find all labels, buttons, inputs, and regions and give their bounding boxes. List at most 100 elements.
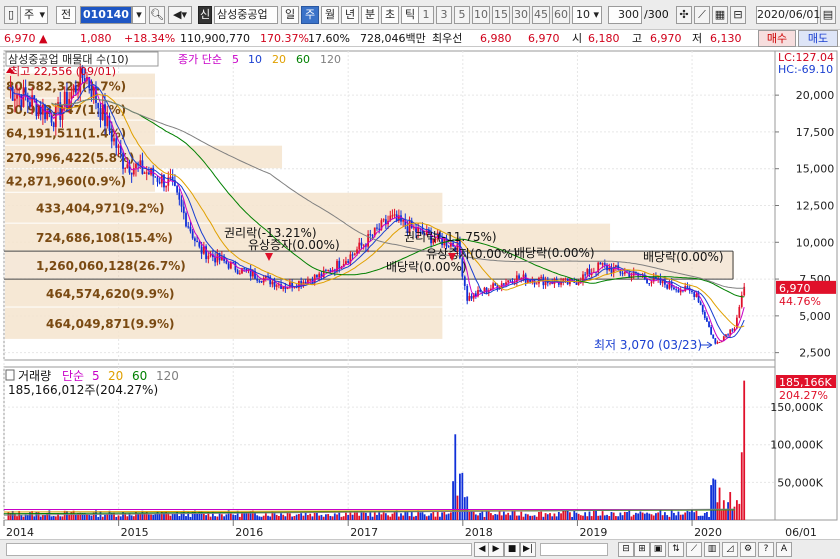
volume-bar xyxy=(391,513,394,520)
candle-body xyxy=(703,311,706,318)
candle-body xyxy=(147,172,150,175)
candle-body xyxy=(130,172,133,175)
candle-body xyxy=(316,274,318,278)
volume-bar xyxy=(456,495,459,520)
stop-icon[interactable]: ■ xyxy=(504,542,520,557)
candle-body xyxy=(126,164,129,169)
help-icon[interactable]: ? xyxy=(758,542,774,557)
bar-chart-icon[interactable]: ▥ xyxy=(704,542,720,557)
volume-bar xyxy=(353,511,356,520)
minute-button[interactable]: 1 xyxy=(418,6,434,24)
trade-amount: 728,046백만 xyxy=(360,32,426,45)
buy-button[interactable]: 매수 xyxy=(758,30,796,47)
scroll-end-icon[interactable]: ▶| xyxy=(520,542,536,557)
range-input[interactable]: 300 xyxy=(608,6,642,24)
candle-icon[interactable]: ⇅ xyxy=(668,542,684,557)
volume-bar xyxy=(406,511,409,520)
minute-button[interactable]: 15 xyxy=(492,6,510,24)
minute-button[interactable]: 30 xyxy=(512,6,530,24)
range-total: /300 xyxy=(644,8,669,21)
horizontal-scrollbar[interactable] xyxy=(6,543,472,556)
volume-bar xyxy=(650,514,653,520)
stock-chart[interactable]: 20,00017,50015,00012,50010,0007,5005,000… xyxy=(0,47,840,539)
interval-button[interactable]: 분 xyxy=(361,6,379,24)
search-icon[interactable]: 🔍︎ xyxy=(149,6,165,24)
candle-body xyxy=(318,273,321,278)
volume-bar xyxy=(566,510,569,520)
minute-button[interactable]: 3 xyxy=(436,6,452,24)
scroll-right-icon[interactable]: ▶ xyxy=(488,542,504,557)
volume-bar xyxy=(701,515,704,520)
interval-button[interactable]: 틱 xyxy=(401,6,419,24)
grid-icon[interactable]: ▦ xyxy=(712,6,728,24)
zoom-slider[interactable] xyxy=(540,543,608,556)
volume-bar xyxy=(130,515,133,520)
candle-body xyxy=(362,244,365,246)
candle-body xyxy=(586,269,589,275)
volume-bar xyxy=(623,511,626,520)
volume-bar xyxy=(584,512,587,520)
speaker-icon[interactable]: ◀▾ xyxy=(168,6,192,24)
volume-bar xyxy=(619,512,622,520)
count-select[interactable]: 10 ▾ xyxy=(572,6,602,24)
volume-bar xyxy=(635,512,637,520)
window-menu-icon[interactable]: ▯ xyxy=(4,6,18,24)
minute-button[interactable]: 10 xyxy=(472,6,490,24)
corporate-event-label: 유상증자(0.00%) xyxy=(248,238,340,252)
volume-bar xyxy=(452,481,454,520)
candle-body xyxy=(225,261,228,264)
volume-bar xyxy=(369,512,372,520)
volume-bar xyxy=(533,515,536,520)
candle-body xyxy=(97,102,100,109)
interval-button[interactable]: 주 xyxy=(301,6,319,24)
line-chart-icon[interactable]: ⟋ xyxy=(686,542,702,557)
period-select[interactable]: 주 ▾ xyxy=(20,6,48,24)
candle-body xyxy=(13,98,16,101)
zoom-out-icon[interactable]: ⊟ xyxy=(618,542,634,557)
volume-bar xyxy=(470,511,473,520)
stock-code-input[interactable]: 010140 xyxy=(80,6,132,24)
volume-bar xyxy=(500,515,503,520)
volume-bar xyxy=(86,514,88,520)
prefix-button[interactable]: 전 xyxy=(56,6,76,24)
draw-line-icon[interactable]: ⟋ xyxy=(694,6,710,24)
interval-button[interactable]: 초 xyxy=(381,6,399,24)
volume-bar xyxy=(664,512,666,520)
zoom-in-icon[interactable]: ⊞ xyxy=(634,542,650,557)
volume-bar xyxy=(327,514,330,520)
candle-body xyxy=(463,276,466,287)
volume-bar xyxy=(712,478,715,520)
x-tick-label: 2017 xyxy=(350,526,378,539)
open-label: 시 xyxy=(572,32,583,45)
volume-bar xyxy=(725,510,727,520)
interval-button[interactable]: 일 xyxy=(281,6,299,24)
candle-body xyxy=(154,176,157,178)
volume-bar xyxy=(216,516,219,520)
date-input[interactable]: 2020/06/01 xyxy=(756,6,820,24)
volume-bar xyxy=(126,516,129,520)
calendar-icon[interactable]: ▤ xyxy=(820,6,836,24)
font-icon[interactable]: A xyxy=(776,542,792,557)
settings-icon[interactable]: ⚙ xyxy=(740,542,756,557)
volume-bar xyxy=(298,514,300,520)
candle-body xyxy=(650,281,653,284)
interval-button[interactable]: 년 xyxy=(341,6,359,24)
chart-frame: 20,000 17,500 15,000 12,500 10,000 7,500 5,000… xyxy=(0,47,840,559)
x-tick-label: 2014 xyxy=(6,526,34,539)
interval-button[interactable]: 월 xyxy=(321,6,339,24)
crosshair-icon[interactable]: ✣ xyxy=(676,6,692,24)
minute-button[interactable]: 45 xyxy=(532,6,550,24)
volume-bar xyxy=(119,516,122,520)
candle-body xyxy=(710,327,713,335)
area-icon[interactable]: ◿ xyxy=(722,542,738,557)
fit-icon[interactable]: ▣ xyxy=(650,542,666,557)
candle-body xyxy=(227,263,230,269)
volume-bar xyxy=(432,511,435,520)
code-dropdown-icon[interactable]: ▾ xyxy=(132,6,146,24)
volume-bar xyxy=(659,510,662,520)
minute-button[interactable]: 5 xyxy=(454,6,470,24)
lock-icon[interactable]: ⊟ xyxy=(730,6,746,24)
sell-button[interactable]: 매도 xyxy=(798,30,838,47)
minute-button[interactable]: 60 xyxy=(552,6,570,24)
volume-bar xyxy=(137,513,140,520)
